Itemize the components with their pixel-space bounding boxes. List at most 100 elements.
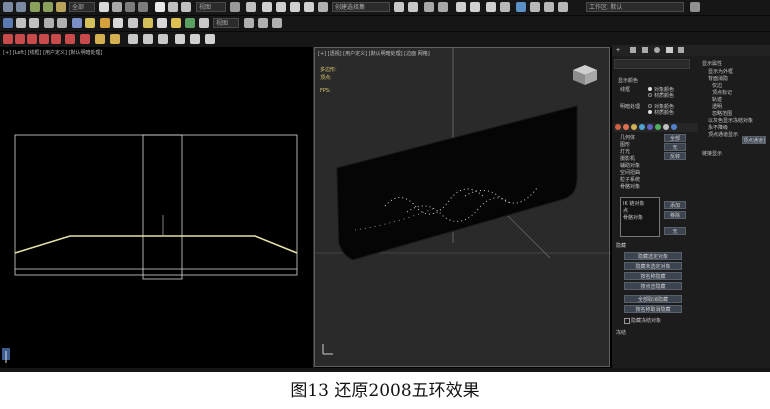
- utility-icon[interactable]: [143, 34, 153, 44]
- category-icon-6[interactable]: [655, 124, 661, 130]
- hide-selected-button[interactable]: 隐藏选定对象: [624, 252, 682, 260]
- category-item[interactable]: 图形: [620, 141, 630, 148]
- document-icon[interactable]: [205, 34, 215, 44]
- select-manipulate-icon[interactable]: [246, 2, 256, 12]
- rect-selection-icon[interactable]: [125, 2, 135, 12]
- undo-icon[interactable]: [3, 2, 13, 12]
- redo-icon[interactable]: [16, 2, 26, 12]
- graphite-toolbar-icon[interactable]: [438, 2, 448, 12]
- page-icon[interactable]: [29, 18, 39, 28]
- category-icon-2[interactable]: [623, 124, 629, 130]
- window-crossing-icon[interactable]: [138, 2, 148, 12]
- schematic-view-icon[interactable]: [470, 2, 480, 12]
- none-button[interactable]: 无: [664, 227, 686, 235]
- teapot-icon[interactable]: [143, 18, 153, 28]
- tool-icon[interactable]: [158, 34, 168, 44]
- plus-icon[interactable]: +: [616, 47, 620, 54]
- category-icon-1[interactable]: [615, 124, 621, 130]
- workspace-combo[interactable]: 工作区: 默认: [586, 2, 684, 12]
- modify-tab-icon[interactable]: [630, 47, 636, 53]
- category-icon-7[interactable]: [663, 124, 669, 130]
- display-item[interactable]: 顶点标记: [712, 89, 732, 96]
- rotate-icon[interactable]: [168, 2, 178, 12]
- hide-by-hit-button[interactable]: 按点击隐藏: [624, 282, 682, 290]
- display-item[interactable]: 显示为外框: [708, 68, 733, 75]
- material-sphere-icon-4[interactable]: [39, 34, 49, 44]
- remove-button[interactable]: 移除: [664, 211, 686, 219]
- material-sphere-icon-3[interactable]: [27, 34, 37, 44]
- hierarchy-tab-icon[interactable]: [642, 47, 648, 53]
- material-sphere-icon-5[interactable]: [51, 34, 61, 44]
- wire-object-color-radio[interactable]: [648, 87, 652, 91]
- display-item[interactable]: 仅边: [712, 82, 722, 89]
- category-item[interactable]: 空间扭曲: [620, 169, 640, 176]
- list-item[interactable]: 点: [623, 207, 628, 214]
- hide-frozen-checkbox[interactable]: [624, 318, 630, 324]
- add-button[interactable]: 添加: [664, 201, 686, 209]
- snap-toggle-icon[interactable]: [262, 2, 272, 12]
- link-display-title[interactable]: 链接显示: [702, 150, 722, 157]
- select-by-name-icon[interactable]: [112, 2, 122, 12]
- none-button[interactable]: 无: [664, 143, 686, 151]
- list-item[interactable]: 骨骼对象: [623, 214, 643, 221]
- shaded-material-color-radio[interactable]: [648, 110, 652, 114]
- category-item[interactable]: 几何体: [620, 134, 635, 141]
- motion-tab-icon[interactable]: [654, 47, 660, 53]
- bind-spacewarp-icon[interactable]: [56, 2, 66, 12]
- foliage-icon[interactable]: [185, 18, 195, 28]
- view-combo[interactable]: 视图: [213, 18, 239, 28]
- bitmap-icon[interactable]: [110, 34, 120, 44]
- align-icon[interactable]: [408, 2, 418, 12]
- edit-named-selection-icon[interactable]: [318, 2, 328, 12]
- plane-icon[interactable]: [157, 18, 167, 28]
- selection-filter-combo[interactable]: 全部: [69, 2, 95, 12]
- render-production-icon[interactable]: [530, 2, 540, 12]
- named-selection-combo[interactable]: 创建选择集: [332, 2, 390, 12]
- helper-icon[interactable]: [113, 18, 123, 28]
- table-icon[interactable]: [190, 34, 200, 44]
- grid-icon[interactable]: [16, 18, 26, 28]
- wrench-icon[interactable]: [128, 34, 138, 44]
- display-props-title[interactable]: 显示属性: [702, 60, 722, 67]
- unhide-all-button[interactable]: 全部取消隐藏: [624, 295, 682, 303]
- perspective-viewport[interactable]: [+] [透视] [用户定义] [默认明暗处理] [边面 网格] 多边形: 顶点…: [314, 47, 611, 367]
- material-sphere-icon-1[interactable]: [3, 34, 13, 44]
- category-icon-5[interactable]: [647, 124, 653, 130]
- layer-manager-icon[interactable]: [424, 2, 434, 12]
- render-frame-icon[interactable]: [516, 2, 526, 12]
- category-item[interactable]: 摄影机: [620, 155, 635, 162]
- curve-editor-icon[interactable]: [456, 2, 466, 12]
- all-button[interactable]: 全部: [664, 134, 686, 142]
- category-item[interactable]: 辅助对象: [620, 162, 640, 169]
- category-item[interactable]: 粒子系统: [620, 176, 640, 183]
- vertex-channel-button[interactable]: 顶点通道显示: [742, 136, 766, 144]
- display-tab-icon[interactable]: [666, 47, 673, 53]
- hide-title[interactable]: 隐藏: [616, 242, 626, 249]
- material-sphere-icon-7[interactable]: [80, 34, 90, 44]
- hide-unselected-button[interactable]: 隐藏未选定对象: [624, 262, 682, 270]
- target-icon[interactable]: [199, 18, 209, 28]
- link-icon[interactable]: [30, 2, 40, 12]
- material-sphere-icon-2[interactable]: [15, 34, 25, 44]
- box-icon[interactable]: [44, 18, 54, 28]
- material-sphere-icon-6[interactable]: [65, 34, 75, 44]
- select-object-icon[interactable]: [99, 2, 109, 12]
- camera-icon[interactable]: [100, 18, 110, 28]
- category-icon-8[interactable]: [671, 124, 677, 130]
- wire-material-color-radio[interactable]: [648, 93, 652, 97]
- render-active-icon[interactable]: [544, 2, 554, 12]
- create-icon[interactable]: [3, 18, 13, 28]
- freeze-title[interactable]: 冻结: [616, 329, 626, 336]
- category-item[interactable]: 灯光: [620, 148, 630, 155]
- reference-coord-combo[interactable]: 视图: [196, 2, 226, 12]
- list-item[interactable]: IK 链对象: [623, 200, 644, 207]
- scale-icon[interactable]: [181, 2, 191, 12]
- material-editor-icon[interactable]: [486, 2, 496, 12]
- percent-snap-icon[interactable]: [290, 2, 300, 12]
- display-item[interactable]: 顶点通道显示: [708, 131, 738, 138]
- pan-icon[interactable]: [258, 18, 268, 28]
- list-icon[interactable]: [175, 34, 185, 44]
- light-icon[interactable]: [85, 18, 95, 28]
- display-item[interactable]: 忽略范围: [712, 110, 732, 117]
- cylinder-icon[interactable]: [57, 18, 67, 28]
